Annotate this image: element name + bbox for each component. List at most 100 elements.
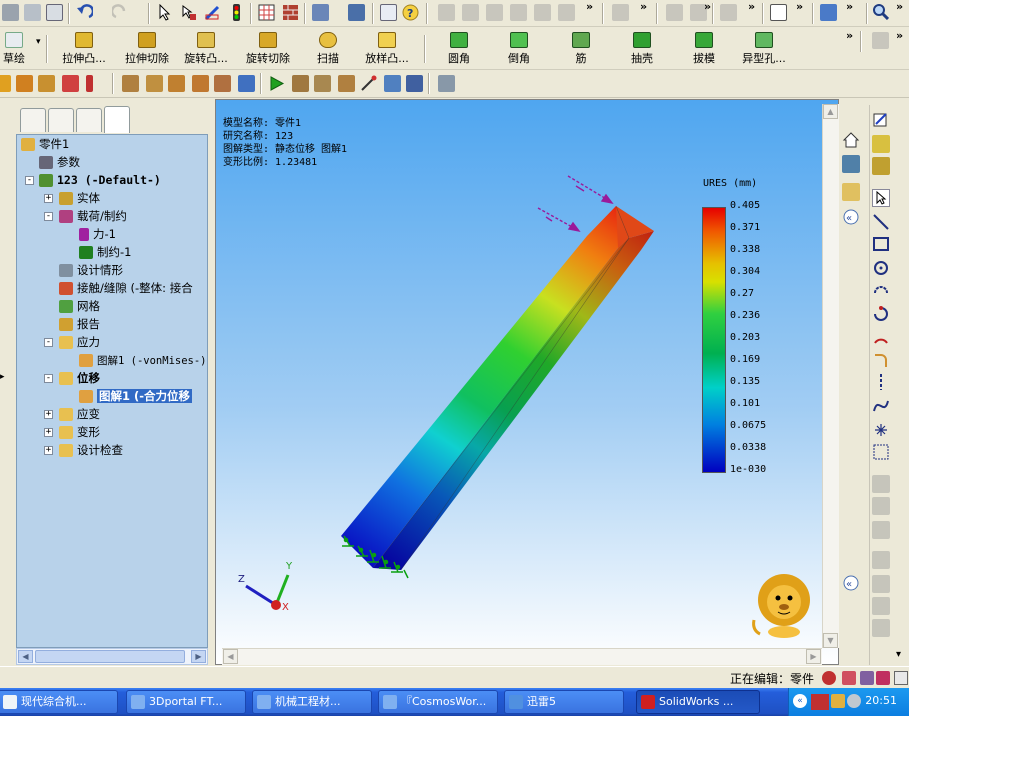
fillet-button[interactable]: 圆角 bbox=[442, 29, 476, 69]
toolbar-overflow-chevron[interactable]: » bbox=[704, 0, 711, 13]
assembly-toolbar-icon-5[interactable] bbox=[534, 4, 551, 21]
cosmos-options-icon[interactable] bbox=[438, 75, 455, 92]
materials-icon[interactable] bbox=[282, 4, 299, 21]
assembly-toolbar-icon-4[interactable] bbox=[510, 4, 527, 21]
sheet-metal-icon[interactable] bbox=[666, 4, 683, 21]
scroll-thumb[interactable] bbox=[35, 650, 185, 663]
tab-configuration-manager[interactable] bbox=[76, 108, 102, 132]
collapse-pane-icon[interactable]: « bbox=[843, 575, 861, 593]
tree-item-report[interactable]: 报告 bbox=[59, 315, 100, 333]
tree-item-displacement[interactable]: 位移 bbox=[59, 369, 100, 387]
tree-horizontal-scrollbar[interactable]: ◀ ▶ bbox=[16, 648, 208, 665]
undo-icon[interactable] bbox=[76, 4, 95, 21]
sketch-dropdown-icon[interactable]: ▾ bbox=[36, 37, 40, 47]
scroll-right-icon[interactable]: ▶ bbox=[191, 650, 206, 663]
point-icon[interactable] bbox=[872, 421, 890, 439]
taskbar-item-4[interactable]: 迅雷5 bbox=[504, 690, 624, 714]
tree-item-design-scenario[interactable]: 设计情形 bbox=[59, 261, 123, 279]
grid-icon[interactable] bbox=[258, 4, 275, 21]
toolbar-overflow-chevron[interactable]: » bbox=[796, 0, 803, 13]
ime-icon[interactable] bbox=[811, 694, 829, 710]
select-arrow-icon[interactable] bbox=[872, 189, 890, 207]
expand-toggle[interactable]: + bbox=[44, 446, 53, 455]
tree-item-part[interactable]: 零件1 bbox=[21, 135, 69, 153]
spline-icon[interactable] bbox=[872, 397, 890, 415]
cosmos-result-icon[interactable] bbox=[168, 75, 185, 92]
surfaces-icon[interactable] bbox=[872, 32, 889, 49]
relation-icon[interactable] bbox=[872, 157, 890, 175]
help-icon[interactable]: ? bbox=[402, 4, 419, 21]
hole-wizard-button[interactable]: 异型孔... bbox=[734, 29, 794, 69]
redo-icon[interactable] bbox=[110, 4, 129, 21]
toolbar-overflow-chevron[interactable]: ▾ bbox=[896, 649, 901, 660]
zoom-toolbar-icon[interactable] bbox=[348, 4, 365, 21]
assembly-toolbar-icon-3[interactable] bbox=[486, 4, 503, 21]
tree-item-loads[interactable]: 载荷/制约 bbox=[59, 207, 127, 225]
tree-item-mesh[interactable]: 网格 bbox=[59, 297, 100, 315]
mold-tools-icon[interactable] bbox=[612, 4, 629, 21]
tangent-arc-icon[interactable] bbox=[872, 305, 890, 323]
cosmos-compare-icon[interactable] bbox=[338, 75, 355, 92]
cosmos-save-icon[interactable] bbox=[406, 75, 423, 92]
toolbar-overflow-chevron[interactable]: » bbox=[640, 0, 647, 13]
expand-toggle[interactable]: + bbox=[44, 410, 53, 419]
file-explorer-icon[interactable] bbox=[842, 183, 860, 201]
scroll-up-icon[interactable]: ▲ bbox=[823, 104, 838, 119]
taskbar-item-2[interactable]: 机械工程材... bbox=[252, 690, 372, 714]
trim-icon[interactable] bbox=[872, 551, 890, 569]
sketch-button[interactable]: 草绘 bbox=[0, 29, 34, 69]
draft-button[interactable]: 拔模 bbox=[686, 29, 722, 69]
taskbar-item-5[interactable]: SolidWorks ... bbox=[636, 690, 760, 714]
fillet-sketch-icon[interactable] bbox=[872, 351, 890, 369]
cosmos-material-icon[interactable] bbox=[16, 75, 33, 92]
expand-toggle[interactable]: + bbox=[44, 194, 53, 203]
assembly-toolbar-icon-1[interactable] bbox=[438, 4, 455, 21]
extend-icon[interactable] bbox=[872, 575, 890, 593]
assembly-toolbar-icon-2[interactable] bbox=[462, 4, 479, 21]
cosmos-list-icon[interactable] bbox=[314, 75, 331, 92]
line-icon[interactable] bbox=[872, 213, 890, 231]
view-orient-icon[interactable] bbox=[312, 4, 329, 21]
cosmos-deform-icon[interactable] bbox=[214, 75, 231, 92]
new-document-icon[interactable] bbox=[770, 4, 787, 21]
mirror-icon[interactable] bbox=[872, 475, 890, 493]
toolbar-overflow-chevron[interactable]: » bbox=[586, 0, 593, 13]
taskbar-item-3[interactable]: 『CosmosWor... bbox=[378, 690, 498, 714]
tab-feature-manager[interactable] bbox=[20, 108, 46, 132]
run-icon[interactable] bbox=[268, 75, 285, 92]
offset-icon[interactable] bbox=[872, 497, 890, 515]
taskbar-item-1[interactable]: 3Dportal FT... bbox=[126, 690, 246, 714]
collapse-pane-icon[interactable]: « bbox=[843, 209, 861, 227]
taskbar-item-0[interactable]: 现代综合机... bbox=[0, 690, 118, 714]
status-icon-5[interactable] bbox=[894, 671, 908, 685]
print-icon[interactable] bbox=[2, 4, 19, 21]
status-icon-1[interactable] bbox=[822, 671, 836, 685]
scroll-down-icon[interactable]: ▼ bbox=[823, 633, 838, 648]
cosmos-run-setup-icon[interactable] bbox=[146, 75, 163, 92]
cosmos-report-icon[interactable] bbox=[238, 75, 255, 92]
tab-cosmos-manager[interactable] bbox=[104, 106, 130, 133]
open-icon[interactable] bbox=[46, 4, 63, 21]
select-icon[interactable] bbox=[156, 3, 173, 21]
graphics-area[interactable]: 模型名称: 零件1 研究名称: 123 图解类型: 静态位移 图解1 变形比例:… bbox=[215, 99, 839, 665]
tree-item-study[interactable]: 123 (-Default-) bbox=[39, 171, 161, 189]
tray-icon-2[interactable] bbox=[847, 694, 861, 708]
tree-item-deformation[interactable]: 变形 bbox=[59, 423, 100, 441]
status-icon-3[interactable] bbox=[860, 671, 874, 685]
loft-boss-button[interactable]: 放样凸... bbox=[358, 29, 416, 69]
cosmos-thermometer-icon[interactable] bbox=[86, 75, 93, 92]
circle-icon[interactable] bbox=[872, 259, 890, 277]
toolbar-overflow-chevron[interactable]: » bbox=[896, 0, 903, 13]
sweep-button[interactable]: 扫描 bbox=[311, 29, 345, 69]
collapse-toggle[interactable]: - bbox=[44, 374, 53, 383]
toolbar-overflow-chevron[interactable]: » bbox=[896, 29, 903, 42]
sketch-icon[interactable] bbox=[872, 111, 890, 129]
viewport-vertical-scrollbar[interactable]: ▲ ▼ bbox=[822, 104, 839, 648]
tree-item-fixture[interactable]: 制约-1 bbox=[79, 243, 131, 261]
left-edge-arrow-icon[interactable]: ▸ bbox=[0, 372, 5, 382]
cosmos-force-icon[interactable] bbox=[62, 75, 79, 92]
three-point-arc-icon[interactable] bbox=[872, 329, 890, 347]
collapse-toggle[interactable]: - bbox=[44, 212, 53, 221]
assembly-toolbar-icon-6[interactable] bbox=[558, 4, 575, 21]
print-preview-icon[interactable] bbox=[24, 4, 41, 21]
